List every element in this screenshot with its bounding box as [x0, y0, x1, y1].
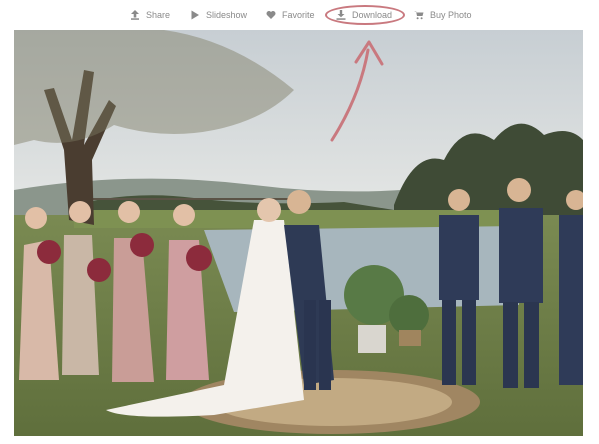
download-button[interactable]: Download	[336, 8, 392, 22]
photo-toolbar: Share Slideshow Favorite Download Buy Ph…	[0, 0, 599, 30]
heart-icon	[266, 11, 276, 19]
buy-photo-button[interactable]: Buy Photo	[414, 8, 472, 22]
favorite-button[interactable]: Favorite	[266, 8, 315, 22]
annotation-arrow	[330, 40, 384, 142]
wedding-photo-illustration	[14, 30, 583, 436]
share-icon	[131, 10, 139, 20]
fence	[74, 198, 294, 200]
share-label: Share	[146, 10, 171, 20]
slideshow-label: Slideshow	[206, 10, 248, 20]
buy-photo-label: Buy Photo	[430, 10, 472, 20]
cart-icon	[414, 11, 424, 20]
slideshow-button[interactable]: Slideshow	[190, 8, 247, 22]
download-icon	[336, 10, 346, 20]
favorite-label: Favorite	[282, 10, 315, 20]
share-button[interactable]: Share	[130, 8, 170, 22]
download-label: Download	[352, 10, 393, 20]
play-icon	[191, 10, 199, 20]
wedding-photo[interactable]	[14, 30, 583, 436]
